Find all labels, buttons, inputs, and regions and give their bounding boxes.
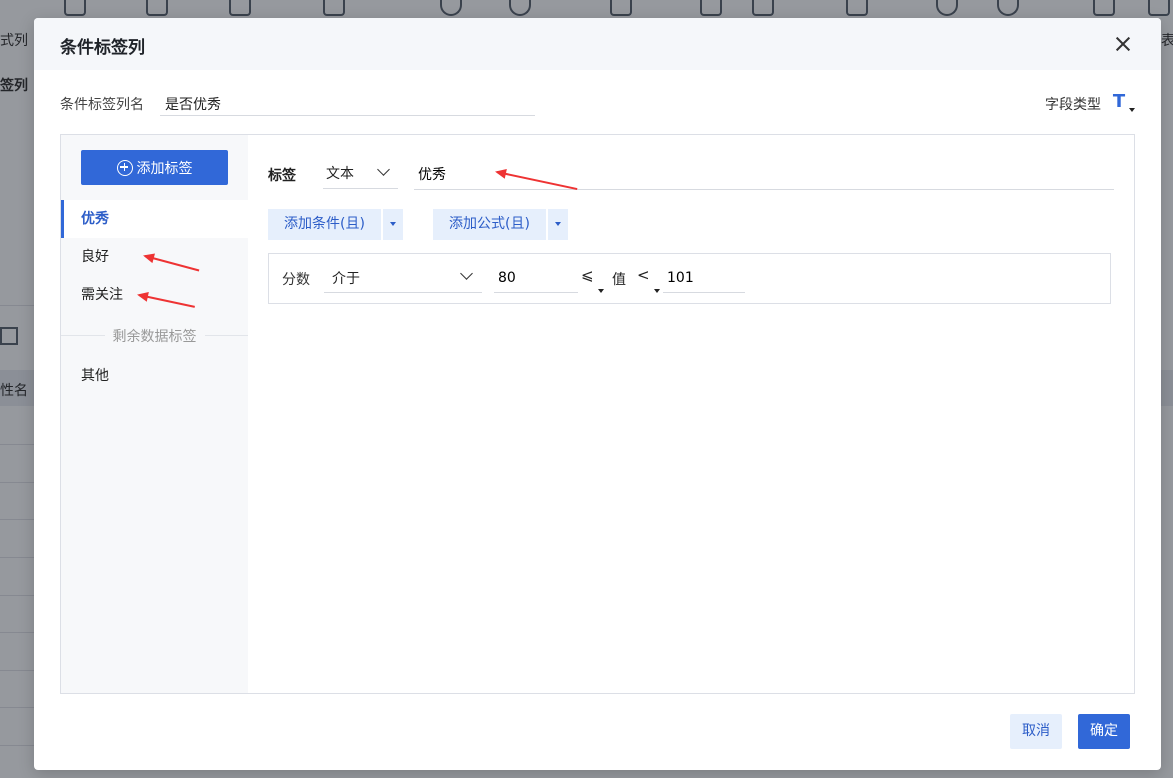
tag-sidebar: 添加标签 优秀 良好 需关注 剩余数据标签 其他 [61, 135, 248, 693]
condition-row: 分数 介于 ⩽ 值 < [268, 253, 1111, 304]
add-formula-button[interactable]: 添加公式(且) [433, 209, 546, 240]
chevron-down-icon [460, 267, 473, 280]
dialog-title: 条件标签列 [60, 38, 145, 58]
cancel-button[interactable]: 取消 [1010, 714, 1062, 749]
field-type-label: 字段类型 [1045, 97, 1101, 113]
tag-editor-panel: 添加标签 优秀 良好 需关注 剩余数据标签 其他 标签 文本 添加条件(且) [60, 134, 1135, 694]
add-formula-split-button: 添加公式(且) [433, 209, 568, 240]
tag-type-select[interactable]: 文本 [323, 159, 398, 189]
condition-min-input[interactable] [494, 263, 578, 293]
condition-max-input[interactable] [663, 263, 745, 293]
column-name-label: 条件标签列名 [60, 97, 144, 113]
tag-label: 标签 [268, 168, 296, 184]
condition-field: 分数 [282, 272, 310, 288]
dialog-header: 条件标签列 [34, 18, 1161, 70]
condition-operator-select[interactable]: 介于 [324, 263, 482, 293]
tag-type-value: 文本 [326, 166, 354, 182]
conditional-tag-dialog: 条件标签列 条件标签列名 字段类型 T 添加标签 优秀 良好 需关注 剩余数据标… [34, 18, 1161, 770]
tag-row: 标签 文本 [268, 159, 1114, 191]
tag-value-input[interactable] [414, 159, 1114, 190]
plus-circle-icon [116, 159, 133, 176]
add-condition-button[interactable]: 添加条件(且) [268, 209, 381, 240]
caret-down-icon[interactable] [598, 289, 604, 293]
caret-down-icon[interactable] [654, 289, 660, 293]
tag-content: 标签 文本 添加条件(且) 添加公式(且) 分数 介于 [248, 135, 1134, 693]
max-operator-select[interactable]: < [637, 266, 650, 284]
remaining-label: 剩余数据标签 [104, 329, 205, 345]
add-condition-dropdown-icon[interactable] [382, 209, 403, 240]
min-operator-select[interactable]: ⩽ [581, 266, 594, 284]
confirm-button[interactable]: 确定 [1078, 714, 1130, 749]
value-word: 值 [612, 272, 626, 288]
condition-operator-value: 介于 [332, 271, 360, 287]
add-tag-button[interactable]: 添加标签 [81, 150, 228, 185]
column-name-input[interactable] [160, 92, 535, 116]
tag-item-needs-attention[interactable]: 需关注 [61, 276, 248, 314]
caret-down-icon[interactable] [1129, 108, 1135, 112]
close-icon[interactable] [1113, 34, 1133, 54]
add-formula-dropdown-icon[interactable] [547, 209, 568, 240]
add-tag-label: 添加标签 [136, 160, 193, 177]
text-type-icon[interactable]: T [1109, 92, 1129, 112]
chevron-down-icon [377, 163, 390, 176]
add-condition-split-button: 添加条件(且) [268, 209, 403, 240]
tag-item-excellent[interactable]: 优秀 [61, 200, 248, 238]
remaining-data-divider: 剩余数据标签 [61, 325, 248, 345]
tag-item-other[interactable]: 其他 [61, 357, 248, 395]
